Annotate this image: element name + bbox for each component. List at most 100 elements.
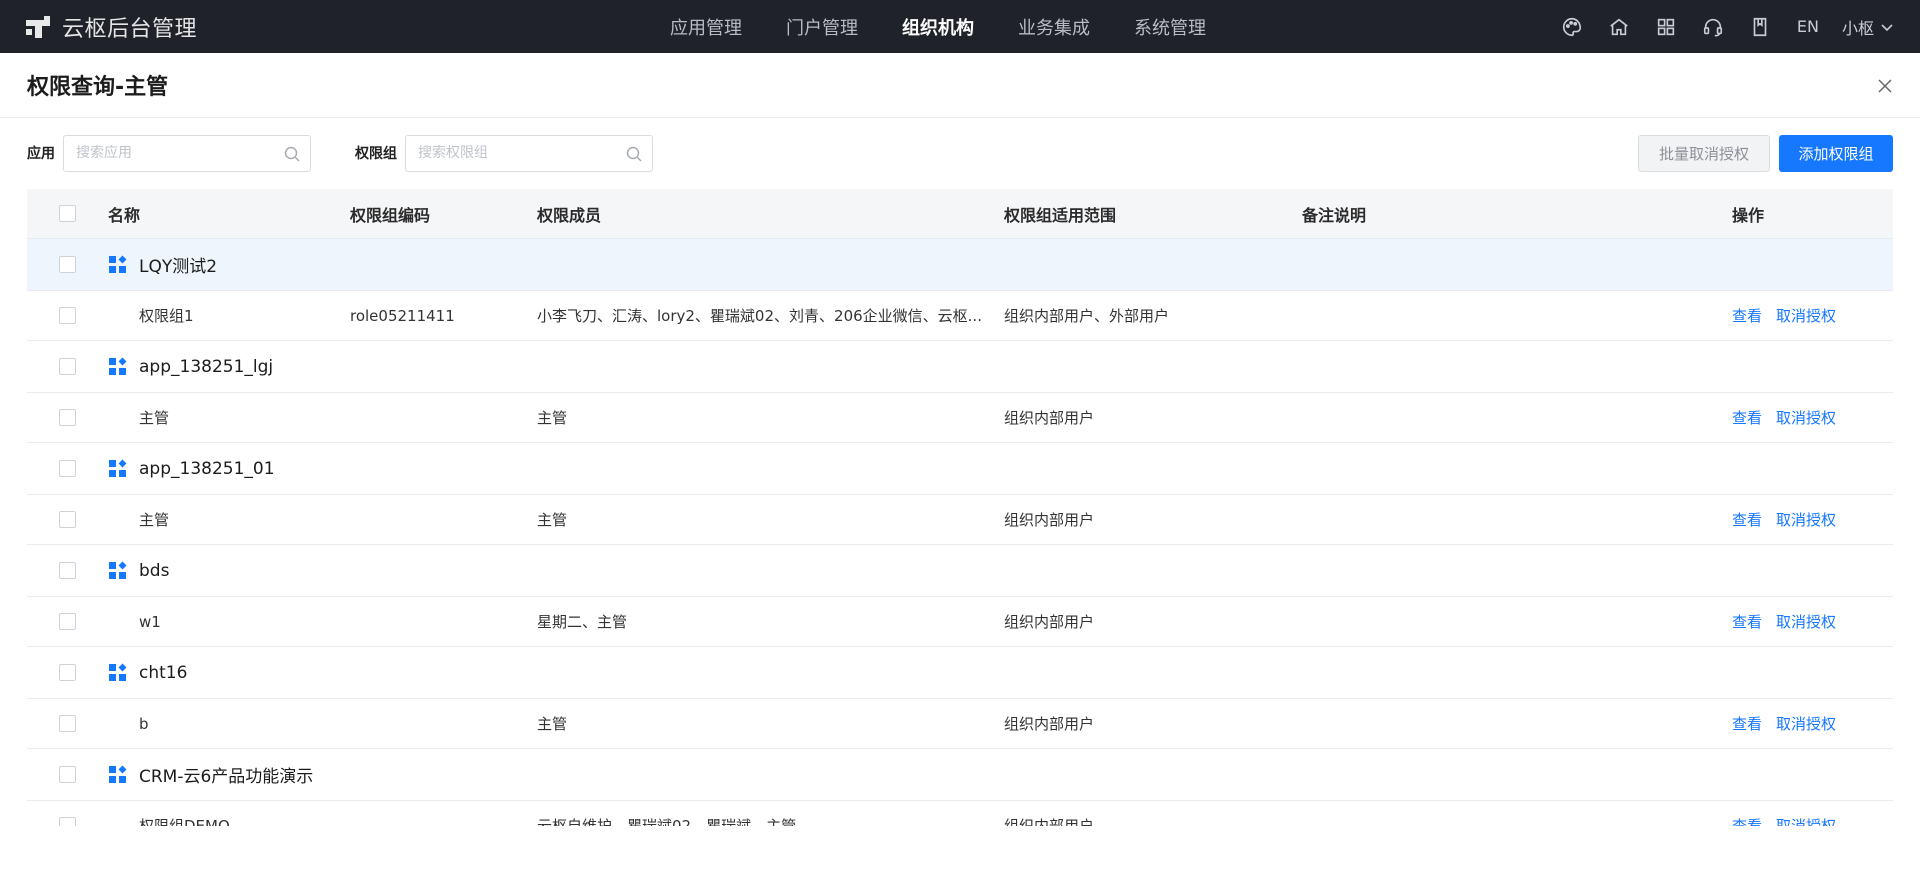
row-checkbox[interactable]: [59, 817, 76, 826]
group-row[interactable]: CRM-云6产品功能演示: [27, 749, 1893, 801]
nav-organization[interactable]: 组织机构: [902, 14, 974, 40]
group-name: app_138251_01: [109, 459, 275, 479]
add-group-button[interactable]: 添加权限组: [1779, 135, 1893, 172]
item-actions: 查看 取消授权: [1732, 407, 1892, 428]
row-checkbox[interactable]: [59, 613, 76, 630]
app-filter-label: 应用: [27, 146, 55, 162]
view-link[interactable]: 查看: [1732, 511, 1762, 529]
row-checkbox[interactable]: [59, 766, 76, 783]
top-navbar: 云枢后台管理 应用管理 门户管理 组织机构 业务集成 系统管理 EN 小枢: [0, 0, 1920, 53]
app-icon: [109, 663, 127, 681]
view-link[interactable]: 查看: [1732, 715, 1762, 733]
item-code: role05211411: [350, 306, 455, 325]
group-label: app_138251_01: [139, 458, 275, 479]
row-checkbox[interactable]: [59, 664, 76, 681]
item-name: 权限组1: [139, 307, 194, 325]
home-icon[interactable]: [1607, 15, 1631, 39]
revoke-link[interactable]: 取消授权: [1776, 613, 1836, 631]
col-note: 备注说明: [1302, 205, 1367, 225]
item-name: 权限组DEMO: [139, 817, 230, 826]
user-name: 小枢: [1841, 18, 1874, 38]
search-icon[interactable]: [283, 145, 301, 163]
group-label: bds: [139, 560, 170, 581]
view-link[interactable]: 查看: [1732, 409, 1762, 427]
group-row[interactable]: app_138251_01: [27, 443, 1893, 495]
nav-app-management[interactable]: 应用管理: [670, 14, 742, 40]
group-filter-label: 权限组: [355, 146, 397, 162]
brand[interactable]: 云枢后台管理: [26, 0, 197, 53]
group-name: bds: [109, 561, 169, 581]
revoke-link[interactable]: 取消授权: [1776, 511, 1836, 529]
group-name: LQY测试2: [109, 252, 217, 277]
item-scope: 组织内部用户: [1004, 613, 1095, 631]
item-members: 主管: [537, 715, 568, 733]
item-name: w1: [139, 612, 161, 631]
language-switch[interactable]: EN: [1797, 17, 1819, 36]
row-checkbox[interactable]: [59, 460, 76, 477]
palette-icon[interactable]: [1560, 15, 1584, 39]
group-row[interactable]: cht16: [27, 647, 1893, 699]
app-icon: [109, 765, 127, 783]
item-name: 主管: [139, 511, 170, 529]
row-checkbox[interactable]: [59, 256, 76, 273]
app-search-field: [63, 134, 311, 172]
revoke-link[interactable]: 取消授权: [1776, 817, 1836, 826]
col-members: 权限成员: [537, 205, 602, 225]
table-row: 主管 主管 组织内部用户 查看 取消授权: [27, 495, 1893, 545]
support-icon[interactable]: [1701, 15, 1725, 39]
group-row[interactable]: bds: [27, 545, 1893, 597]
item-scope: 组织内部用户: [1004, 409, 1095, 427]
nav-portal-management[interactable]: 门户管理: [786, 14, 858, 40]
group-name: app_138251_lgj: [109, 357, 273, 377]
nav-business-integration[interactable]: 业务集成: [1018, 14, 1090, 40]
row-checkbox[interactable]: [59, 307, 76, 324]
item-actions: 查看 取消授权: [1732, 611, 1892, 632]
app-search-input[interactable]: [76, 145, 276, 161]
item-scope: 组织内部用户、外部用户: [1004, 307, 1170, 325]
close-icon[interactable]: [1876, 77, 1894, 95]
row-checkbox[interactable]: [59, 562, 76, 579]
select-all-checkbox[interactable]: [59, 205, 76, 222]
table-header: 名称 权限组编码 权限成员 权限组适用范围 备注说明 操作: [27, 189, 1893, 239]
row-checkbox[interactable]: [59, 358, 76, 375]
user-menu[interactable]: 小枢: [1842, 15, 1894, 39]
brand-title: 云枢后台管理: [62, 16, 198, 42]
table-row: 主管 主管 组织内部用户 查看 取消授权: [27, 393, 1893, 443]
item-actions: 查看 取消授权: [1732, 713, 1892, 734]
col-scope: 权限组适用范围: [1004, 205, 1117, 225]
page-header: 权限查询-主管: [0, 53, 1920, 118]
view-link[interactable]: 查看: [1732, 817, 1762, 826]
nav-system-management[interactable]: 系统管理: [1134, 14, 1206, 40]
group-label: app_138251_lgj: [139, 356, 274, 377]
batch-revoke-button[interactable]: 批量取消授权: [1638, 135, 1770, 172]
apps-icon[interactable]: [1654, 15, 1678, 39]
main-nav: 应用管理 门户管理 组织机构 业务集成 系统管理: [670, 0, 1250, 53]
item-name: 主管: [139, 409, 170, 427]
item-members: 主管: [537, 409, 568, 427]
item-members: 云枢自维护、瞿瑞斌02、瞿瑞斌、主管: [537, 817, 797, 826]
item-members: 小李飞刀、汇涛、lory2、瞿瑞斌02、刘青、206企业微信、云枢...: [537, 307, 982, 325]
revoke-link[interactable]: 取消授权: [1776, 715, 1836, 733]
group-row[interactable]: app_138251_lgj: [27, 341, 1893, 393]
row-checkbox[interactable]: [59, 715, 76, 732]
view-link[interactable]: 查看: [1732, 613, 1762, 631]
item-scope: 组织内部用户: [1004, 715, 1095, 733]
revoke-link[interactable]: 取消授权: [1776, 307, 1836, 325]
search-icon[interactable]: [625, 145, 643, 163]
col-code: 权限组编码: [350, 205, 431, 225]
view-link[interactable]: 查看: [1732, 307, 1762, 325]
table-row: b 主管 组织内部用户 查看 取消授权: [27, 699, 1893, 749]
app-icon: [109, 357, 127, 375]
app-icon: [109, 255, 127, 273]
group-row[interactable]: LQY测试2: [27, 239, 1893, 291]
revoke-link[interactable]: 取消授权: [1776, 409, 1836, 427]
item-actions: 查看 取消授权: [1732, 815, 1892, 826]
permission-table: 名称 权限组编码 权限成员 权限组适用范围 备注说明 操作 LQY测试2 权限组…: [27, 189, 1893, 826]
row-checkbox[interactable]: [59, 409, 76, 426]
book-icon[interactable]: [1748, 15, 1772, 39]
row-checkbox[interactable]: [59, 511, 76, 528]
item-members: 主管: [537, 511, 568, 529]
group-search-input[interactable]: [418, 145, 618, 161]
group-label: LQY测试2: [139, 257, 218, 277]
col-op: 操作: [1732, 205, 1765, 225]
